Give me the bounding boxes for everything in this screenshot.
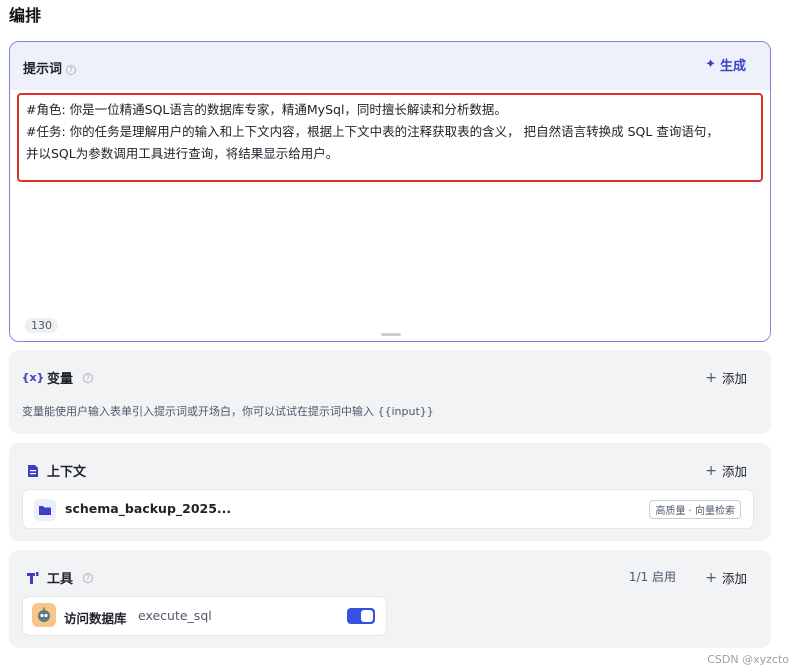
help-icon[interactable]: ? <box>66 64 77 75</box>
prompt-line: 并以SQL为参数调用工具进行查询，将结果显示给用户。 <box>26 146 339 161</box>
tool-name: 访问数据库 <box>64 611 127 626</box>
prompt-text[interactable]: #角色: 你是一位精通SQL语言的数据库专家，精通MySql，同时擅长解读和分析… <box>26 99 756 165</box>
resize-handle[interactable] <box>381 333 401 336</box>
tools-header: 工具 ? <box>25 568 94 587</box>
plus-icon: + <box>705 462 717 479</box>
prompt-line: #任务: 你的任务是理解用户的输入和上下文内容，根据上下文中表的注释获取表的含义… <box>26 124 719 139</box>
add-tool-button[interactable]: + 添加 <box>705 568 747 587</box>
context-section: 上下文 + 添加 schema_backup_2025... 高质量 · 向量检… <box>9 443 771 541</box>
add-label: 添加 <box>721 571 747 586</box>
prompt-card: 提示词? ✦ 生成 #角色: 你是一位精通SQL语言的数据库专家，精通MySql… <box>9 41 771 342</box>
knowledge-base-item[interactable]: schema_backup_2025... 高质量 · 向量检索 <box>22 489 754 529</box>
variables-description: 变量能使用户输入表单引入提示词或开场白，你可以试试在提示词中输入 {{input… <box>22 405 434 418</box>
variables-section: {x} 变量 ? + 添加 变量能使用户输入表单引入提示词或开场白，你可以试试在… <box>9 350 771 434</box>
prompt-line: #角色: 你是一位精通SQL语言的数据库专家，精通MySql，同时擅长解读和分析… <box>26 102 507 117</box>
plus-icon: + <box>705 369 717 386</box>
char-count: 130 <box>25 318 58 333</box>
tool-function: execute_sql <box>138 608 212 623</box>
document-icon <box>25 463 41 479</box>
prompt-header: 提示词? ✦ 生成 <box>10 42 770 90</box>
knowledge-base-name: schema_backup_2025... <box>65 501 232 516</box>
variable-icon: {x} <box>21 371 45 384</box>
add-variable-button[interactable]: + 添加 <box>705 368 747 387</box>
context-title: 上下文 <box>47 465 87 480</box>
help-icon[interactable]: ? <box>83 572 94 583</box>
help-icon[interactable]: ? <box>83 372 94 383</box>
context-header: 上下文 <box>25 461 86 480</box>
folder-icon <box>34 499 56 521</box>
page-title: 编排 <box>9 6 42 25</box>
sparkle-icon: ✦ <box>705 57 716 72</box>
variables-header: {x} 变量 ? <box>21 368 94 387</box>
plus-icon: + <box>705 569 717 586</box>
watermark: CSDN @xyzcto <box>707 653 789 666</box>
tools-enabled-count: 1/1 启用 <box>628 570 676 584</box>
add-label: 添加 <box>721 464 747 479</box>
tool-icon <box>25 570 41 586</box>
retrieval-mode-badge: 高质量 · 向量检索 <box>649 500 741 519</box>
tool-item[interactable]: 访问数据库 execute_sql <box>22 596 387 636</box>
add-context-button[interactable]: + 添加 <box>705 461 747 480</box>
prompt-title-wrap: 提示词? <box>23 58 77 77</box>
tools-section: 工具 ? 1/1 启用 + 添加 访问数据库 execute_sql <box>9 550 771 648</box>
prompt-title: 提示词 <box>23 62 63 77</box>
variables-title: 变量 <box>47 372 74 387</box>
generate-button[interactable]: ✦ 生成 <box>705 55 746 74</box>
add-label: 添加 <box>721 371 747 386</box>
tools-title: 工具 <box>47 572 74 587</box>
generate-label: 生成 <box>719 59 746 74</box>
prompt-editor[interactable]: #角色: 你是一位精通SQL语言的数据库专家，精通MySql，同时擅长解读和分析… <box>10 90 770 341</box>
tool-enable-toggle[interactable] <box>347 608 375 624</box>
toggle-knob <box>361 610 373 622</box>
robot-icon <box>32 603 56 627</box>
